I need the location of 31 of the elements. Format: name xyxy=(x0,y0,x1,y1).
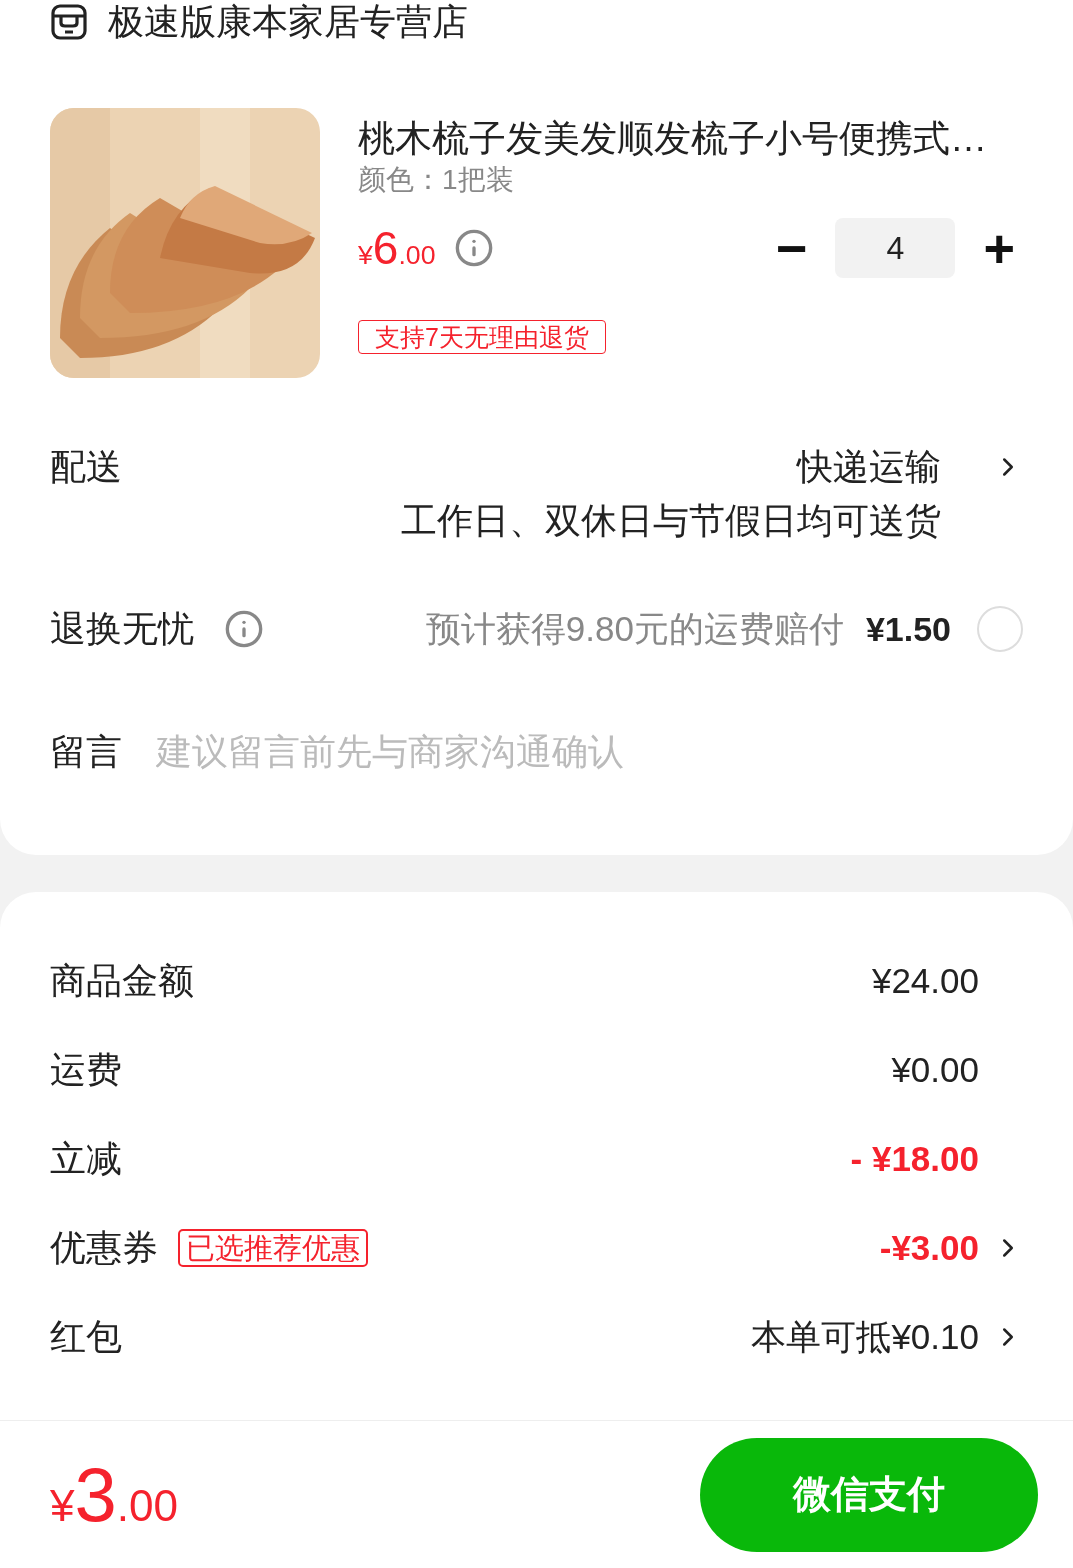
summary-value: ¥0.00 xyxy=(891,1050,979,1090)
summary-value[interactable]: 本单可抵¥0.10 xyxy=(751,1313,979,1361)
unit-price: ¥6.00 xyxy=(358,225,436,271)
summary-value[interactable]: -¥3.00 xyxy=(879,1228,979,1268)
summary-label: 优惠券 xyxy=(50,1226,158,1270)
product-title: 桃木梳子发美发顺发梳子小号便携式… xyxy=(358,117,988,161)
delivery-note: 工作日、双休日与节假日均可送货 xyxy=(401,499,941,543)
quantity-field[interactable]: 4 xyxy=(835,218,956,278)
total-price: ¥3.00 xyxy=(50,1456,179,1533)
minus-button[interactable]: − xyxy=(767,221,816,275)
summary-label: 商品金额 xyxy=(50,959,194,1003)
summary-label: 红包 xyxy=(50,1315,122,1359)
message-label: 留言 xyxy=(50,730,122,774)
store-icon xyxy=(50,3,88,41)
plus-button[interactable]: + xyxy=(975,221,1023,275)
delivery-method[interactable]: 快递运输 xyxy=(797,444,941,490)
info-icon[interactable] xyxy=(224,609,264,649)
insurance-radio[interactable] xyxy=(977,606,1023,652)
delivery-label: 配送 xyxy=(50,445,122,489)
coupon-tag: 已选推荐优惠 xyxy=(178,1229,368,1267)
product-spec: 颜色：1把装 xyxy=(358,163,515,197)
info-icon[interactable] xyxy=(453,228,494,268)
store-name[interactable]: 极速版康本家居专营店 xyxy=(108,0,468,44)
return-policy-tag: 支持7天无理由退货 xyxy=(358,320,606,354)
insurance-description: 预计获得9.80元的运费赔付 xyxy=(425,608,844,650)
summary-value: ¥24.00 xyxy=(871,961,979,1001)
summary-value: - ¥18.00 xyxy=(850,1139,979,1179)
insurance-price: ¥1.50 xyxy=(865,609,951,650)
return-insurance-label: 退换无忧 xyxy=(50,607,194,651)
summary-label: 运费 xyxy=(50,1048,122,1092)
summary-label: 立减 xyxy=(50,1137,122,1181)
